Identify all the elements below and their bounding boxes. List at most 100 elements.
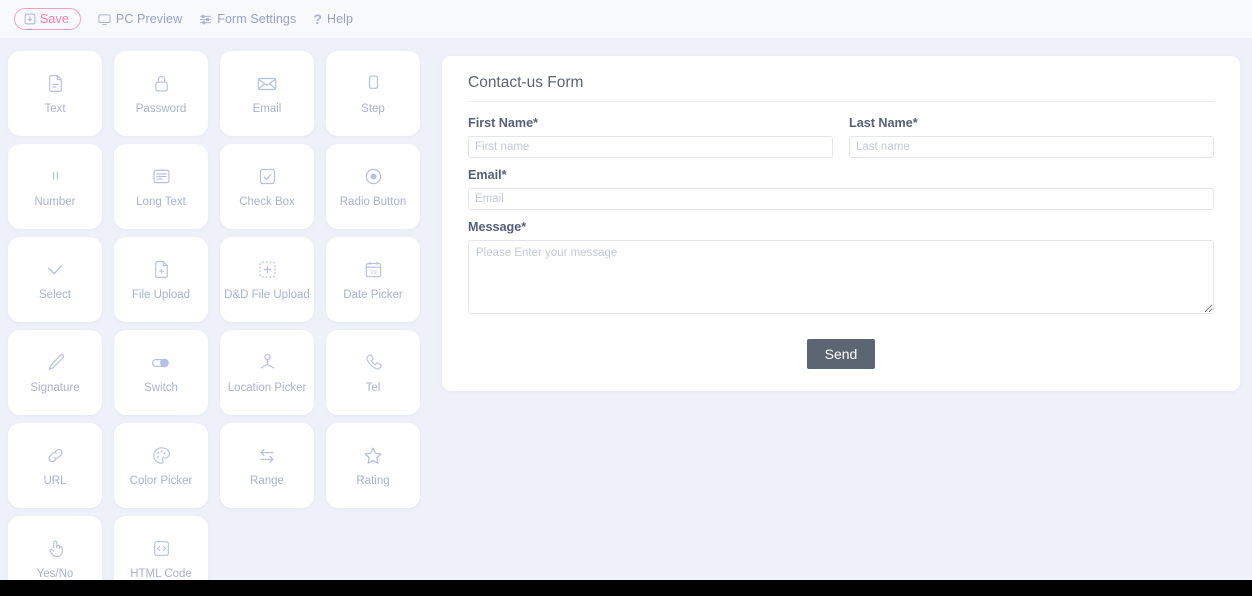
monitor-icon (98, 13, 111, 26)
send-button[interactable]: Send (806, 339, 876, 369)
palette-item-label: Color Picker (129, 474, 193, 487)
first-name-label: First Name* (468, 116, 833, 130)
palette-item-label: HTML Code (130, 567, 192, 580)
palette-tile-wrap: Switch (110, 326, 216, 419)
help-button[interactable]: ? Help (313, 12, 353, 26)
palette-item-number[interactable]: Number (8, 144, 102, 229)
palette-item-file-upload[interactable]: File Upload (114, 237, 208, 322)
palette-tile-wrap: Tel (322, 326, 428, 419)
required-asterisk: * (501, 168, 507, 182)
bottom-bar (0, 580, 1252, 596)
document-text-icon (45, 72, 66, 96)
palette-item-label: Number (34, 195, 76, 208)
palette-item-range[interactable]: Range (220, 423, 314, 508)
message-label: Message* (468, 220, 1214, 234)
arrows-exchange-icon (256, 444, 278, 468)
form-builder-app: Save PC Preview Form Settings ? Help Tex… (0, 0, 1252, 596)
palette-item-label: Signature (30, 381, 80, 394)
palette-item-tel[interactable]: Tel (326, 330, 420, 415)
palette-icon (151, 444, 172, 468)
palette-tile-wrap: Radio Button (322, 140, 428, 233)
palette-item-label: Location Picker (227, 381, 307, 394)
palette-item-label: Email (252, 102, 282, 115)
palette-tile-wrap: Location Picker (216, 326, 322, 419)
field-group-message: Message* (468, 220, 1214, 314)
palette-item-label: Radio Button (339, 195, 407, 208)
phone-icon (363, 351, 384, 375)
save-button[interactable]: Save (14, 8, 81, 30)
palette-item-label: Rating (356, 474, 390, 487)
palette-tile-wrap: Color Picker (110, 419, 216, 512)
code-brackets-icon (151, 537, 172, 561)
palette-item-label: Date Picker (343, 288, 403, 301)
palette-item-label: Step (361, 102, 385, 115)
palette-item-switch[interactable]: Switch (114, 330, 208, 415)
question-mark-icon: ? (313, 11, 322, 27)
palette-tile-wrap: Number (4, 140, 110, 233)
palette-item-select[interactable]: Select (8, 237, 102, 322)
pointing-hand-icon (45, 537, 66, 561)
palette-tile-wrap: Signature (4, 326, 110, 419)
message-textarea[interactable] (468, 240, 1214, 314)
palette-tile-wrap: Long Text (110, 140, 216, 233)
palette-item-signature[interactable]: Signature (8, 330, 102, 415)
palette-item-label: Check Box (239, 195, 295, 208)
checkbox-icon (257, 165, 278, 189)
palette-tile-wrap: Email (216, 47, 322, 140)
palette-tile-wrap: D&D File Upload (216, 233, 322, 326)
palette-item-check-box[interactable]: Check Box (220, 144, 314, 229)
palette-item-radio-button[interactable]: Radio Button (326, 144, 420, 229)
palette-item-color-picker[interactable]: Color Picker (114, 423, 208, 508)
palette-tile-wrap: Check Box (216, 140, 322, 233)
last-name-input[interactable] (849, 136, 1214, 158)
palette-tile-wrap: Step (322, 47, 428, 140)
check-icon (44, 258, 66, 282)
required-asterisk: * (533, 116, 538, 130)
palette-item-long-text[interactable]: Long Text (114, 144, 208, 229)
save-icon (24, 13, 36, 25)
palette-item-label: D&D File Upload (224, 288, 310, 301)
radio-button-icon (363, 165, 384, 189)
palette-item-step[interactable]: Step (326, 51, 420, 136)
palette-tile-wrap: Password (110, 47, 216, 140)
palette-item-password[interactable]: Password (114, 51, 208, 136)
help-label: Help (326, 12, 354, 26)
palette-item-label: URL (43, 474, 67, 487)
palette-tile-wrap: Select (4, 233, 110, 326)
submit-row: Send (468, 339, 1214, 369)
first-name-input[interactable] (468, 136, 833, 158)
name-row: First Name* Last Name* (468, 116, 1214, 168)
email-label: Email* (468, 168, 1214, 182)
save-button-label: Save (40, 12, 69, 26)
palette-item-text[interactable]: Text (8, 51, 102, 136)
first-name-label-text: First Name (468, 116, 534, 130)
component-palette: Text Password Email Step Number Long Tex… (0, 39, 420, 596)
form-title: Contact-us Form (468, 74, 1214, 102)
palette-tile-wrap: Text (4, 47, 110, 140)
palette-item-rating[interactable]: Rating (326, 423, 420, 508)
email-input[interactable] (468, 188, 1214, 210)
palette-item-url[interactable]: URL (8, 423, 102, 508)
file-plus-icon (151, 258, 172, 282)
pc-preview-button[interactable]: PC Preview (98, 12, 182, 26)
palette-item-label: Select (39, 288, 71, 301)
email-label-text: Email (468, 168, 502, 182)
lock-icon (151, 72, 172, 96)
required-asterisk: * (521, 220, 527, 234)
pc-preview-label: PC Preview (115, 12, 183, 26)
rectangle-icon (363, 72, 384, 96)
form-settings-label: Form Settings (217, 12, 297, 26)
palette-item-label: File Upload (131, 288, 191, 301)
top-toolbar: Save PC Preview Form Settings ? Help (0, 0, 1252, 39)
star-icon (362, 444, 384, 468)
palette-tile-wrap: 19 Date Picker (322, 233, 428, 326)
form-settings-button[interactable]: Form Settings (199, 12, 296, 26)
palette-item-label: Text (44, 102, 66, 115)
palette-item-location-picker[interactable]: Location Picker (220, 330, 314, 415)
toggle-icon (149, 351, 173, 375)
svg-text:19: 19 (370, 270, 376, 276)
palette-item-dd-file-upload[interactable]: D&D File Upload (220, 237, 314, 322)
palette-item-email[interactable]: Email (220, 51, 314, 136)
palette-item-date-picker[interactable]: 19 Date Picker (326, 237, 420, 322)
palette-tile-wrap: Range (216, 419, 322, 512)
